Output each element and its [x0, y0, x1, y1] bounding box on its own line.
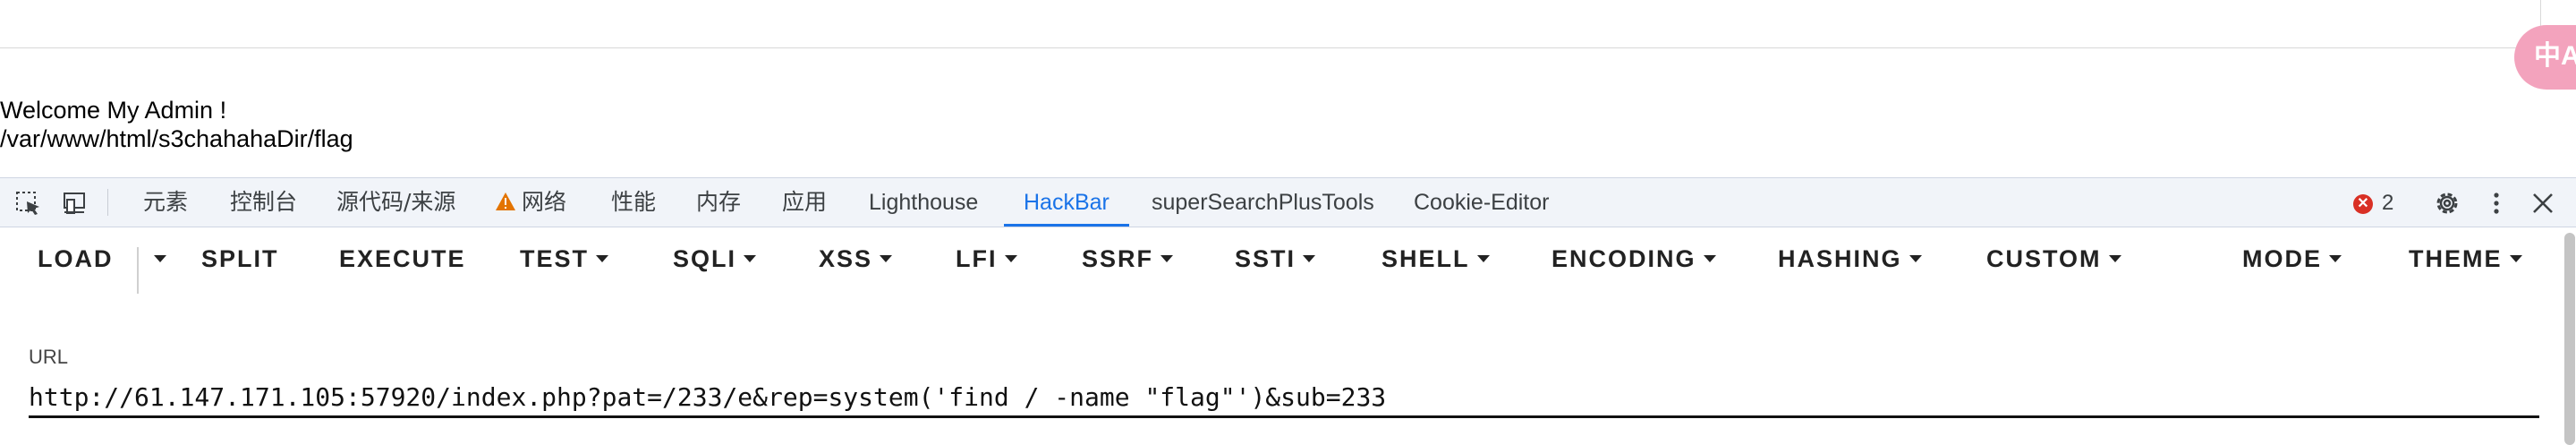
chevron-down-icon: [1909, 254, 1922, 262]
xss-label: XSS: [819, 245, 873, 272]
test-label: TEST: [520, 245, 590, 272]
ssrf-menu-button[interactable]: SSRF: [1082, 236, 1174, 281]
tab-lighthouse[interactable]: Lighthouse: [869, 178, 978, 227]
tab-console[interactable]: 控制台: [230, 178, 297, 227]
inspect-element-icon[interactable]: [15, 191, 42, 216]
test-menu-button[interactable]: TEST: [520, 236, 609, 281]
load-dropdown-button[interactable]: [147, 236, 166, 281]
warning-icon: [496, 193, 515, 210]
chevron-down-icon: [744, 254, 757, 262]
device-toolbar-icon[interactable]: [62, 191, 89, 216]
split-button[interactable]: SPLIT: [201, 236, 279, 281]
devtools-tab-bar: 元素 控制台 源代码/来源 网络 性能 内存 应用 Lighthouse Hac…: [0, 177, 2576, 227]
ssti-label: SSTI: [1235, 245, 1297, 272]
chevron-down-icon: [1303, 254, 1316, 262]
settings-gear-icon[interactable]: [2433, 189, 2461, 218]
vertical-scrollbar[interactable]: [2564, 233, 2575, 445]
chevron-down-icon: [1476, 254, 1490, 262]
chevron-down-icon: [1160, 254, 1174, 262]
flag-path-text: /var/www/html/s3chahahaDir/flag: [0, 125, 353, 152]
sqli-label: SQLI: [673, 245, 737, 272]
chevron-down-icon: [1703, 254, 1716, 262]
shell-label: SHELL: [1382, 245, 1470, 272]
hashing-label: HASHING: [1778, 245, 1902, 272]
tab-sources[interactable]: 源代码/来源: [336, 178, 455, 227]
chevron-down-icon: [2329, 254, 2342, 262]
encoding-label: ENCODING: [1552, 245, 1696, 272]
tab-memory[interactable]: 内存: [696, 178, 741, 227]
error-icon: ✕: [2353, 193, 2373, 214]
custom-label: CUSTOM: [1986, 245, 2102, 272]
close-icon[interactable]: [2531, 191, 2555, 216]
shell-menu-button[interactable]: SHELL: [1382, 236, 1490, 281]
chevron-down-icon: [880, 254, 893, 262]
theme-menu-button[interactable]: THEME: [2409, 236, 2522, 281]
mode-menu-button[interactable]: MODE: [2242, 236, 2342, 281]
page-content: Welcome My Admin ! /var/www/html/s3chaha…: [0, 0, 2576, 177]
tab-application[interactable]: 应用: [782, 178, 827, 227]
tab-network-label: 网络: [522, 189, 567, 215]
load-split-divider: [137, 247, 139, 294]
chevron-down-icon: [596, 254, 609, 262]
tab-elements[interactable]: 元素: [143, 178, 188, 227]
hashing-menu-button[interactable]: HASHING: [1778, 236, 1922, 281]
translate-button[interactable]: 中A: [2514, 25, 2576, 90]
chevron-down-icon: [2108, 254, 2121, 262]
xss-menu-button[interactable]: XSS: [819, 236, 893, 281]
tab-hackbar[interactable]: HackBar: [1004, 178, 1129, 227]
hackbar-panel: LOAD SPLIT EXECUTE TEST SQLI XSS LFI SSR…: [0, 227, 2576, 445]
url-input[interactable]: [29, 380, 2539, 418]
toolbar-divider: [107, 189, 108, 216]
error-count: 2: [2382, 191, 2394, 215]
tab-performance[interactable]: 性能: [611, 178, 656, 227]
welcome-text: Welcome My Admin !: [0, 97, 227, 124]
url-label: URL: [29, 346, 69, 368]
error-count-badge[interactable]: ✕ 2: [2353, 190, 2393, 217]
lfi-menu-button[interactable]: LFI: [956, 236, 1017, 281]
chevron-down-icon: [154, 254, 166, 262]
sqli-menu-button[interactable]: SQLI: [673, 236, 757, 281]
execute-button[interactable]: EXECUTE: [339, 236, 466, 281]
encoding-menu-button[interactable]: ENCODING: [1552, 236, 1716, 281]
chevron-down-icon: [1004, 254, 1017, 262]
more-vertical-icon[interactable]: [2487, 191, 2505, 216]
tab-network[interactable]: 网络: [495, 178, 566, 227]
chevron-down-icon: [2509, 254, 2522, 262]
ssti-menu-button[interactable]: SSTI: [1235, 236, 1316, 281]
tab-cookie-editor[interactable]: Cookie-Editor: [1414, 178, 1549, 227]
mode-label: MODE: [2242, 245, 2322, 272]
tab-supersearchplustools[interactable]: superSearchPlusTools: [1152, 178, 1374, 227]
lfi-label: LFI: [956, 245, 998, 272]
theme-label: THEME: [2409, 245, 2503, 272]
load-button[interactable]: LOAD: [38, 236, 114, 281]
custom-menu-button[interactable]: CUSTOM: [1986, 236, 2121, 281]
top-frame: [0, 0, 2541, 48]
translate-icon: 中A: [2534, 41, 2576, 71]
ssrf-label: SSRF: [1082, 245, 1154, 272]
